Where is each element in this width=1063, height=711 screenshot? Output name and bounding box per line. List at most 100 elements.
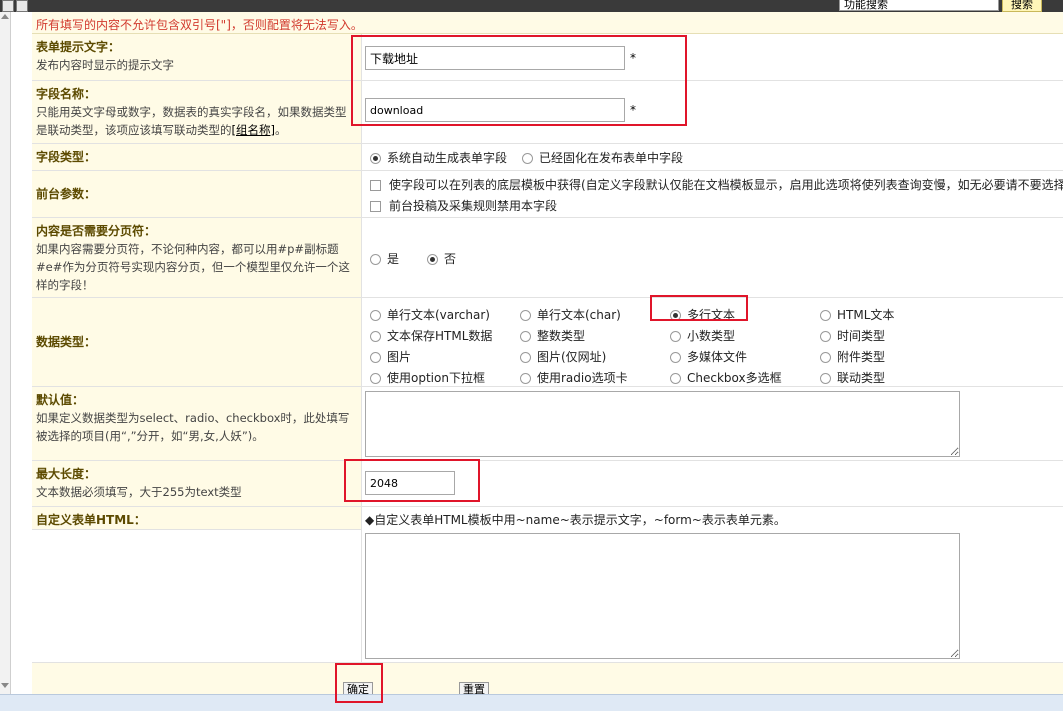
search-input[interactable]	[839, 0, 999, 11]
radio-button[interactable]	[820, 352, 831, 363]
data-type-option[interactable]: 多行文本	[670, 306, 735, 323]
default-value-textarea[interactable]	[365, 391, 960, 457]
form-row-custom-html: 自定义表单HTML： ◆自定义表单HTML模板中用~name~表示提示文字，~f…	[32, 507, 1063, 662]
form-row-data-type: 数据类型： 单行文本(varchar) 单行文本(char) 多行文本 HTML文本文…	[32, 298, 1063, 387]
max-length-desc: 文本数据必须填写，大于255为text类型	[36, 485, 242, 499]
scroll-up-arrow-icon[interactable]	[1, 14, 9, 19]
data-type-option[interactable]: 附件类型	[820, 348, 885, 365]
data-type-option[interactable]: 单行文本(varchar)	[370, 306, 490, 323]
data-type-option[interactable]: 多媒体文件	[670, 348, 747, 365]
field-type-option-auto[interactable]: 系统自动生成表单字段	[370, 149, 507, 166]
window-icon[interactable]	[2, 0, 14, 12]
form-row-paging: 内容是否需要分页符： 如果内容需要分页符，不论何种内容，都可以用#p#副标题#e…	[32, 218, 1063, 298]
row-field	[362, 387, 1063, 460]
custom-html-textarea[interactable]	[365, 533, 960, 659]
form-row-label-text: 表单提示文字： 发布内容时显示的提示文字 *	[32, 34, 1063, 81]
data-type-option[interactable]: 文本保存HTML数据	[370, 327, 492, 344]
top-toolbar: 搜索	[0, 0, 1063, 12]
data-type-option[interactable]: 图片	[370, 348, 411, 365]
label-text-title: 表单提示文字：	[36, 40, 121, 54]
checkbox[interactable]	[370, 201, 381, 212]
form-row-max-length: 最大长度： 文本数据必须填写，大于255为text类型	[32, 461, 1063, 507]
row-field: 使字段可以在列表的底层模板中获得(自定义字段默认仅能在文档模板显示，启用此选项将…	[362, 171, 1063, 217]
row-label: 字段类型：	[32, 144, 362, 170]
radio-button[interactable]	[520, 373, 531, 384]
field-type-title: 字段类型：	[36, 150, 97, 164]
window-icon[interactable]	[16, 0, 28, 12]
field-name-title: 字段名称：	[36, 87, 97, 101]
data-type-option[interactable]: 使用option下拉框	[370, 369, 485, 386]
required-mark: *	[630, 103, 636, 117]
front-params-option-list-template[interactable]: 使字段可以在列表的底层模板中获得(自定义字段默认仅能在文档模板显示，启用此选项将…	[370, 176, 1063, 193]
radio-button[interactable]	[670, 331, 681, 342]
form-row-field-type: 字段类型： 系统自动生成表单字段 已经固化在发布表单中字段	[32, 144, 1063, 171]
row-field: 是 否	[362, 218, 1063, 297]
data-type-option[interactable]: 时间类型	[820, 327, 885, 344]
label-text-desc: 发布内容时显示的提示文字	[36, 58, 174, 72]
radio-button[interactable]	[820, 310, 831, 321]
status-bar	[0, 694, 1063, 711]
radio-button[interactable]	[370, 352, 381, 363]
label-text-input[interactable]	[365, 46, 625, 70]
data-type-option[interactable]: Checkbox多选框	[670, 369, 782, 386]
paging-option-yes[interactable]: 是	[370, 250, 399, 267]
required-mark: *	[630, 51, 636, 65]
row-label: 数据类型：	[32, 298, 362, 386]
row-label: 字段名称： 只能用英文字母或数字，数据表的真实字段名，如果数据类型是联动类型，该…	[32, 81, 362, 143]
field-name-desc: 只能用英文字母或数字，数据表的真实字段名，如果数据类型是联动类型，该项应该填写联…	[36, 105, 347, 137]
row-field: ◆自定义表单HTML模板中用~name~表示提示文字，~form~表示表单元素。	[362, 507, 1063, 662]
radio-button[interactable]	[670, 310, 681, 321]
radio-button[interactable]	[522, 153, 533, 164]
radio-button[interactable]	[370, 373, 381, 384]
paging-desc: 如果内容需要分页符，不论何种内容，都可以用#p#副标题#e#作为分页符号实现内容…	[36, 242, 350, 292]
checkbox[interactable]	[370, 180, 381, 191]
field-name-input[interactable]	[365, 98, 625, 122]
radio-button[interactable]	[370, 254, 381, 265]
data-type-option[interactable]: 小数类型	[670, 327, 735, 344]
radio-button[interactable]	[520, 352, 531, 363]
front-params-option-disable-submit[interactable]: 前台投稿及采集规则禁用本字段	[370, 197, 557, 214]
paging-title: 内容是否需要分页符：	[36, 224, 157, 238]
group-name-link[interactable]: [组名称]	[232, 123, 275, 137]
row-label: 内容是否需要分页符： 如果内容需要分页符，不论何种内容，都可以用#p#副标题#e…	[32, 218, 362, 297]
field-type-option-fixed[interactable]: 已经固化在发布表单中字段	[522, 149, 683, 166]
default-value-title: 默认值：	[36, 393, 85, 407]
row-field: *	[362, 34, 1063, 80]
radio-button[interactable]	[520, 331, 531, 342]
radio-button[interactable]	[370, 310, 381, 321]
radio-button[interactable]	[670, 352, 681, 363]
paging-option-no[interactable]: 否	[427, 250, 456, 267]
row-label: 表单提示文字： 发布内容时显示的提示文字	[32, 34, 362, 80]
radio-button[interactable]	[427, 254, 438, 265]
scroll-down-arrow-icon[interactable]	[1, 683, 9, 688]
data-type-title: 数据类型：	[36, 335, 97, 349]
custom-html-title: 自定义表单HTML：	[36, 513, 146, 527]
front-params-title: 前台参数：	[36, 187, 97, 201]
radio-button[interactable]	[520, 310, 531, 321]
row-label: 最大长度： 文本数据必须填写，大于255为text类型	[32, 461, 362, 506]
vertical-scrollbar[interactable]	[0, 12, 11, 694]
radio-button[interactable]	[820, 373, 831, 384]
toolbar-icons	[0, 0, 28, 12]
data-type-option[interactable]: 联动类型	[820, 369, 885, 386]
row-field: 单行文本(varchar) 单行文本(char) 多行文本 HTML文本文本保存HTM…	[362, 298, 1063, 386]
row-field: *	[362, 81, 1063, 143]
radio-button[interactable]	[370, 153, 381, 164]
data-type-option[interactable]: 整数类型	[520, 327, 585, 344]
form-row-field-name: 字段名称： 只能用英文字母或数字，数据表的真实字段名，如果数据类型是联动类型，该…	[32, 81, 1063, 144]
radio-button[interactable]	[820, 331, 831, 342]
max-length-input[interactable]	[365, 471, 455, 495]
warning-message: 所有填写的内容不允许包含双引号["]，否则配置将无法写入。	[32, 12, 1063, 34]
radio-button[interactable]	[670, 373, 681, 384]
search-button[interactable]: 搜索	[1002, 0, 1042, 12]
data-type-option[interactable]: 图片(仅网址)	[520, 348, 606, 365]
data-type-option[interactable]: 使用radio选项卡	[520, 369, 628, 386]
data-type-option[interactable]: HTML文本	[820, 306, 894, 323]
row-field	[362, 461, 1063, 506]
row-field: 系统自动生成表单字段 已经固化在发布表单中字段	[362, 144, 1063, 170]
custom-html-hint: ◆自定义表单HTML模板中用~name~表示提示文字，~form~表示表单元素。	[365, 513, 786, 527]
row-label-blank	[32, 529, 362, 662]
max-length-title: 最大长度：	[36, 467, 97, 481]
radio-button[interactable]	[370, 331, 381, 342]
data-type-option[interactable]: 单行文本(char)	[520, 306, 621, 323]
